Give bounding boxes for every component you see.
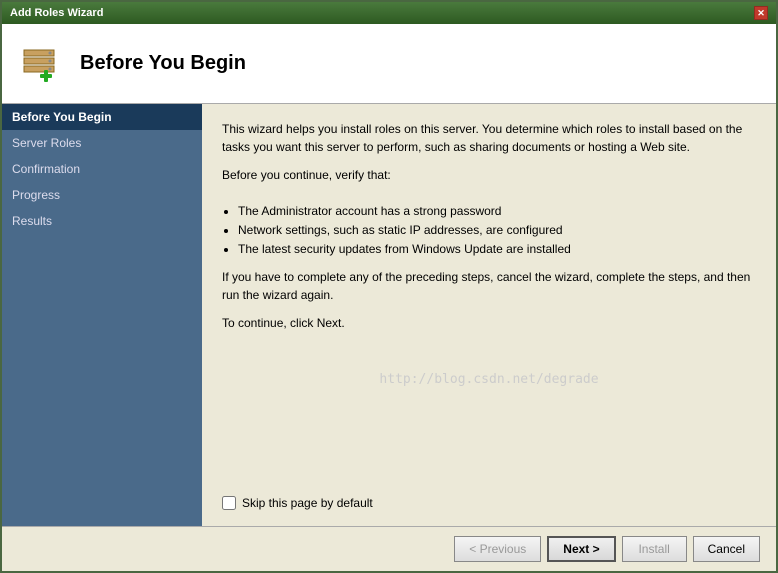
add-roles-icon-svg: [18, 40, 66, 88]
skip-default-checkbox[interactable]: [222, 496, 236, 510]
sidebar-item-confirmation[interactable]: Confirmation: [2, 156, 202, 182]
skip-default-label[interactable]: Skip this page by default: [242, 496, 373, 510]
verify-heading: Before you continue, verify that:: [222, 166, 756, 184]
close-button[interactable]: ✕: [754, 6, 768, 20]
bullet-item-1: The Administrator account has a strong p…: [238, 202, 756, 221]
sidebar: Before You Begin Server Roles Confirmati…: [2, 104, 202, 526]
install-button[interactable]: Install: [622, 536, 687, 562]
title-bar: Add Roles Wizard ✕: [2, 2, 776, 24]
cancel-button[interactable]: Cancel: [693, 536, 760, 562]
content-area: Before You Begin Server Roles Confirmati…: [2, 104, 776, 526]
cancel-note-paragraph: If you have to complete any of the prece…: [222, 268, 756, 304]
next-button[interactable]: Next >: [547, 536, 615, 562]
sidebar-item-before-you-begin[interactable]: Before You Begin: [2, 104, 202, 130]
footer: < Previous Next > Install Cancel: [2, 526, 776, 571]
skip-checkbox-row: Skip this page by default: [222, 496, 756, 510]
sidebar-item-progress[interactable]: Progress: [2, 182, 202, 208]
header-area: Before You Begin: [2, 24, 776, 104]
sidebar-item-server-roles[interactable]: Server Roles: [2, 130, 202, 156]
prerequisites-list: The Administrator account has a strong p…: [238, 202, 756, 260]
header-icon: [18, 40, 66, 88]
watermark-text: http://blog.csdn.net/degrade: [222, 372, 756, 387]
sidebar-item-results[interactable]: Results: [2, 208, 202, 234]
main-content: This wizard helps you install roles on t…: [202, 104, 776, 526]
bullet-item-3: The latest security updates from Windows…: [238, 240, 756, 259]
intro-paragraph: This wizard helps you install roles on t…: [222, 120, 756, 156]
continue-paragraph: To continue, click Next.: [222, 314, 756, 332]
window-title: Add Roles Wizard: [10, 7, 103, 19]
wizard-window: Add Roles Wizard ✕ Before You Begin: [0, 0, 778, 573]
bullet-item-2: Network settings, such as static IP addr…: [238, 221, 756, 240]
previous-button[interactable]: < Previous: [454, 536, 541, 562]
page-title: Before You Begin: [80, 52, 246, 75]
